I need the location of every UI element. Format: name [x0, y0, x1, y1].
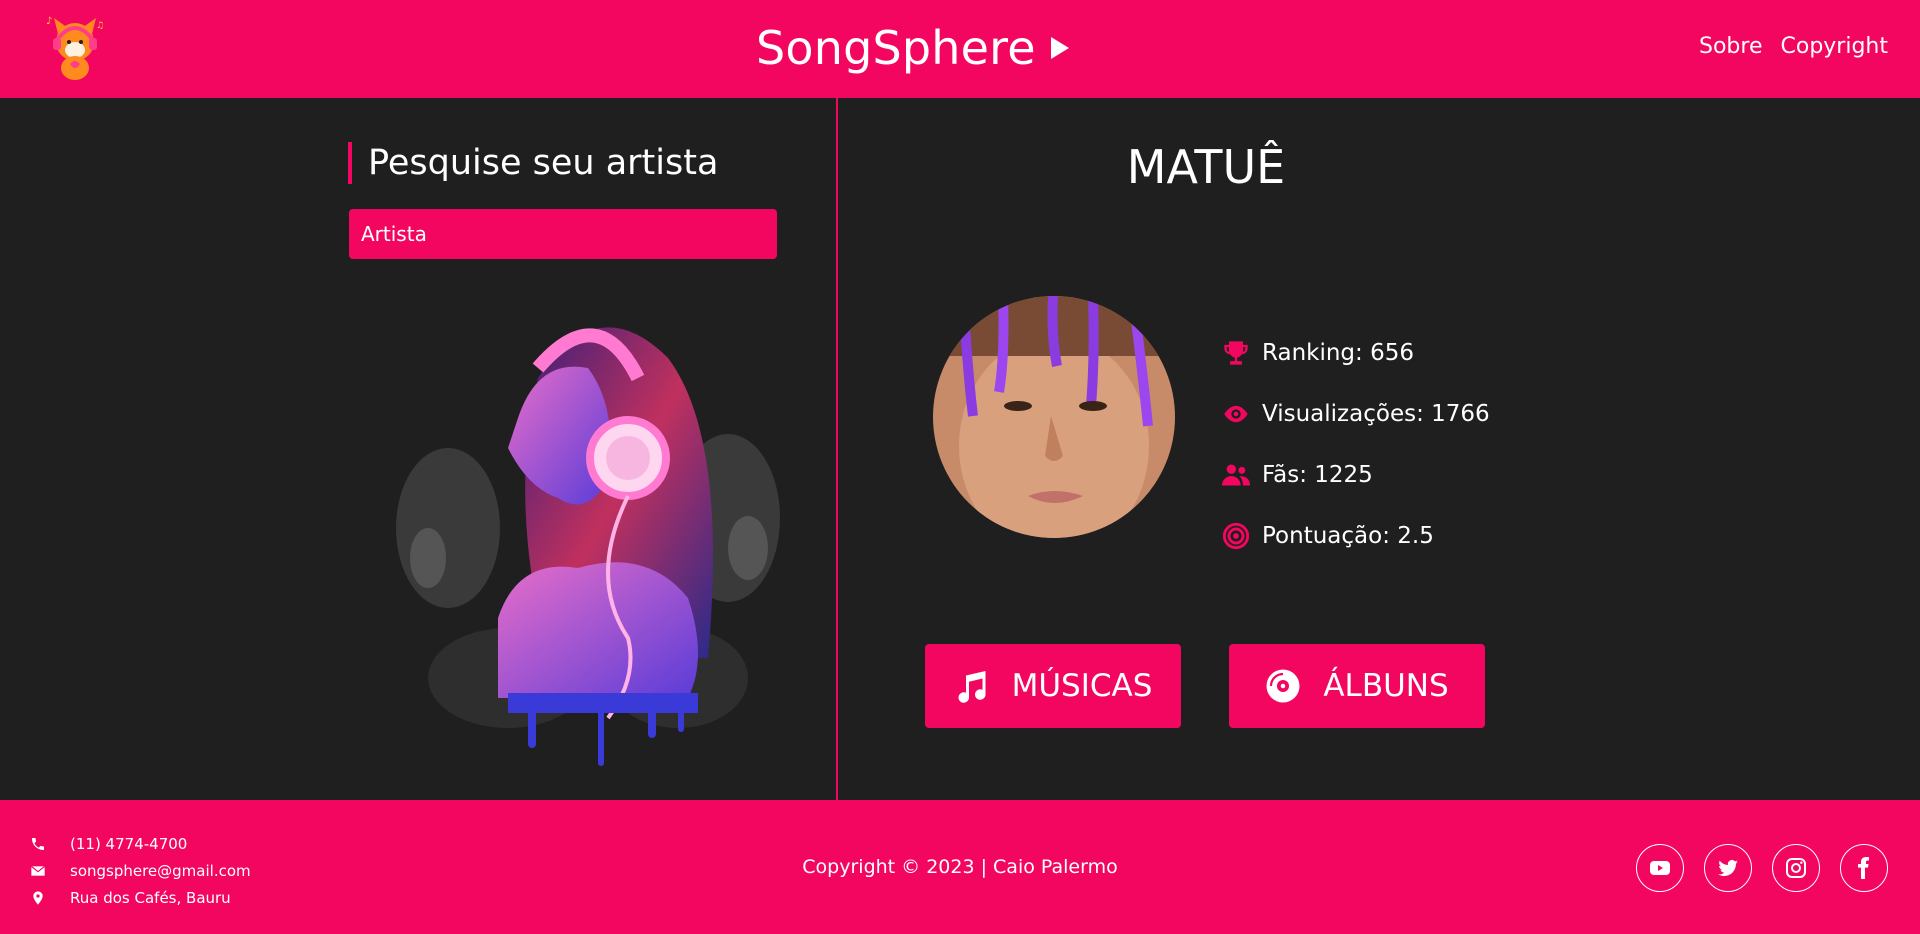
stat-ranking-label: Ranking: 656 — [1262, 339, 1414, 366]
svg-text:♫: ♫ — [96, 21, 104, 31]
instagram-link[interactable] — [1772, 844, 1820, 892]
fox-headphones-logo[interactable]: ♪ ♫ — [44, 12, 106, 84]
nav-link-copyright[interactable]: Copyright — [1781, 34, 1889, 59]
youtube-icon — [1650, 861, 1670, 875]
twitter-link[interactable] — [1704, 844, 1752, 892]
nav-link-sobre[interactable]: Sobre — [1699, 34, 1763, 59]
stat-fans: Fãs: 1225 — [1222, 444, 1490, 505]
stat-ranking: Ranking: 656 — [1222, 322, 1490, 383]
panel-divider — [836, 98, 838, 800]
instagram-icon — [1786, 858, 1806, 878]
artist-stats: Ranking: 656 Visualizações: 1766 Fãs: 12… — [1222, 322, 1490, 566]
stat-views-label: Visualizações: 1766 — [1262, 400, 1490, 427]
search-panel: Pesquise seu artista — [0, 98, 836, 800]
social-links — [1636, 844, 1888, 892]
play-icon — [1050, 37, 1069, 59]
top-nav: Sobre Copyright — [1699, 34, 1888, 59]
stat-views: Visualizações: 1766 — [1222, 383, 1490, 444]
search-title: Pesquise seu artista — [348, 142, 718, 184]
eye-icon — [1224, 405, 1248, 422]
copyright-text: Copyright © 2023 | Caio Palermo — [802, 856, 1118, 878]
stat-fans-label: Fãs: 1225 — [1262, 461, 1373, 488]
target-icon — [1222, 522, 1250, 549]
header: ♪ ♫ SongSphere Sobre Copyright — [0, 0, 1920, 98]
brand-title: SongSphere — [756, 21, 1036, 75]
users-icon — [1222, 464, 1250, 485]
contact-address-text: Rua dos Cafés, Bauru — [70, 888, 231, 907]
stat-score-label: Pontuação: 2.5 — [1262, 522, 1434, 549]
artist-name: MATUÊ — [1126, 140, 1286, 194]
contact-phone-text: (11) 4774-4700 — [70, 834, 188, 853]
trophy-icon — [1224, 340, 1248, 365]
music-note-icon — [958, 671, 986, 703]
stat-score: Pontuação: 2.5 — [1222, 505, 1490, 566]
musicas-button[interactable]: MÚSICAS — [925, 644, 1181, 728]
facebook-icon — [1858, 857, 1869, 879]
albuns-button[interactable]: ÁLBUNS — [1229, 644, 1485, 728]
youtube-link[interactable] — [1636, 844, 1684, 892]
girl-with-headphones-illustration — [396, 327, 780, 766]
contact-address: Rua dos Cafés, Bauru — [30, 884, 251, 911]
brand[interactable]: SongSphere — [756, 18, 1070, 78]
phone-icon — [32, 837, 44, 850]
twitter-icon — [1718, 860, 1738, 877]
musicas-button-label: MÚSICAS — [1011, 668, 1153, 704]
artist-photo — [933, 296, 1175, 538]
contact-phone: (11) 4774-4700 — [30, 830, 251, 857]
albuns-button-label: ÁLBUNS — [1323, 668, 1449, 704]
svg-text:♪: ♪ — [46, 16, 52, 27]
facebook-link[interactable] — [1840, 844, 1888, 892]
footer: (11) 4774-4700 songsphere@gmail.com Rua … — [0, 800, 1920, 934]
map-pin-icon — [33, 890, 43, 905]
artist-search-input[interactable] — [349, 209, 777, 259]
record-disc-icon — [1266, 669, 1300, 703]
